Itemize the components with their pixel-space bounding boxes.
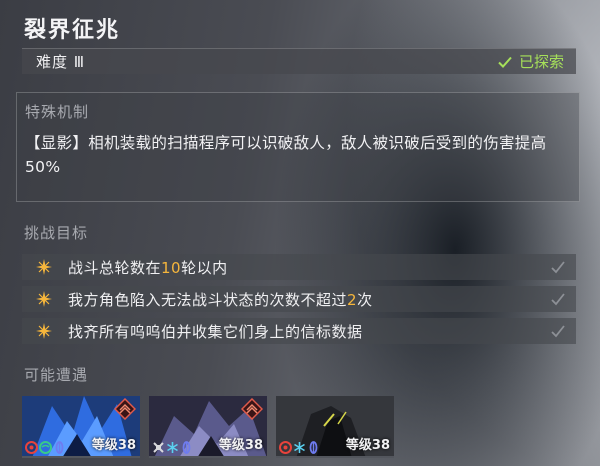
possible-enemies-heading: 可能遭遇: [24, 366, 89, 384]
enemy-level: 等级38: [218, 438, 263, 453]
special-mechanism-text: 【显影】相机装载的扫描程序可以识破敌人，敌人被识破后受到的伤害提高50%: [25, 134, 547, 176]
challenge-goal-1: 战斗总轮数在10轮以内: [22, 254, 576, 280]
ice-weakness-icon: [166, 439, 179, 453]
enemy-card-2[interactable]: 等级38: [149, 396, 267, 458]
challenge-goal-text: 找齐所有呜呜伯并收集它们身上的信标数据: [68, 322, 363, 341]
checkmark-icon: [551, 293, 565, 306]
fire-weakness-icon: [25, 439, 38, 454]
enemy-level: 等级38: [91, 438, 136, 453]
enemy-card-3[interactable]: 等级38: [276, 396, 394, 458]
weakness-icons: [279, 439, 320, 454]
star-icon: [36, 323, 52, 339]
checkmark-icon: [551, 261, 565, 274]
imaginary-weakness-icon: [180, 439, 193, 454]
weakness-icons: [25, 439, 66, 454]
fire-weakness-icon: [279, 439, 292, 454]
elite-badge-icon: [114, 398, 136, 420]
special-mechanism-panel: 特殊机制 【显影】相机装载的扫描程序可以识破敌人，敌人被识破后受到的伤害提高50…: [16, 92, 580, 202]
elite-badge-icon: [241, 398, 263, 420]
physical-weakness-icon: [152, 439, 165, 453]
difficulty-bar: 难度 Ⅲ 已探索: [22, 48, 576, 74]
challenge-goal-text: 战斗总轮数在10轮以内: [68, 258, 228, 277]
challenge-goal-2: 我方角色陷入无法战斗状态的次数不超过2次: [22, 286, 576, 312]
page-title: 裂界征兆: [24, 18, 121, 43]
imaginary-weakness-icon: [53, 439, 66, 454]
wind-weakness-icon: [39, 439, 52, 454]
special-mechanism-heading: 特殊机制: [25, 103, 90, 121]
challenge-heading: 挑战目标: [24, 224, 89, 242]
checkmark-icon: [551, 325, 565, 338]
challenge-goal-3: 找齐所有呜呜伯并收集它们身上的信标数据: [22, 318, 576, 344]
explored-status: 已探索: [497, 51, 564, 72]
imaginary-weakness-icon: [307, 439, 320, 454]
star-icon: [36, 259, 52, 275]
challenge-goal-text: 我方角色陷入无法战斗状态的次数不超过2次: [68, 290, 373, 309]
difficulty-label: 难度 Ⅲ: [36, 53, 86, 71]
enemy-card-1[interactable]: 等级38: [22, 396, 140, 458]
star-icon: [36, 291, 52, 307]
explored-status-text: 已探索: [518, 53, 564, 71]
weakness-icons: [152, 439, 193, 454]
enemy-level: 等级38: [345, 438, 390, 453]
ice-weakness-icon: [293, 439, 306, 453]
checkmark-icon: [498, 56, 512, 68]
